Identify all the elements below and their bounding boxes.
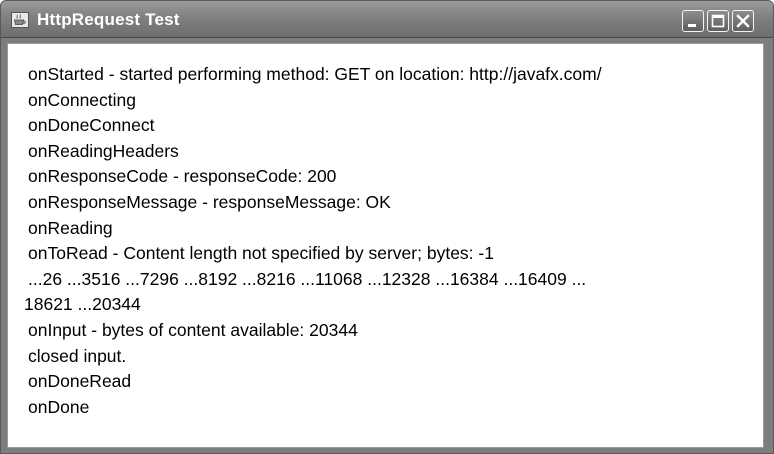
minimize-button[interactable] [682, 10, 704, 32]
maximize-button[interactable] [707, 10, 729, 32]
java-cup-icon[interactable] [11, 12, 29, 28]
log-line: onReadingHeaders [28, 140, 179, 161]
log-line: onResponseCode - responseCode: 200 [28, 166, 337, 187]
log-line: onDoneRead [28, 371, 132, 392]
minimize-icon [688, 24, 696, 27]
log-line: onInput - bytes of content available: 20… [28, 319, 358, 340]
log-list: onStarted - started performing method: G… [24, 62, 728, 420]
log-line: onStarted - started performing method: G… [28, 64, 602, 84]
close-icon [736, 14, 750, 28]
log-line: onConnecting [28, 89, 136, 110]
close-button[interactable] [732, 10, 754, 32]
window-title: HttpRequest Test [37, 10, 180, 29]
log-line: onToRead - Content length not specified … [28, 243, 494, 264]
title-bar[interactable]: HttpRequest Test [1, 1, 773, 38]
log-panel: onStarted - started performing method: G… [7, 43, 764, 448]
app-window: HttpRequest Test onStarted - started per… [0, 0, 774, 454]
maximize-icon [711, 14, 725, 28]
log-line: onDoneConnect [28, 115, 155, 136]
log-line: 18621 ...20344 [24, 294, 141, 315]
log-line: onReading [28, 217, 113, 238]
log-line: onDone [28, 396, 90, 417]
log-line: onResponseMessage - responseMessage: OK [28, 191, 391, 212]
log-line: ...26 ...3516 ...7296 ...8192 ...8216 ..… [28, 268, 587, 289]
log-line: closed input. [28, 345, 127, 366]
